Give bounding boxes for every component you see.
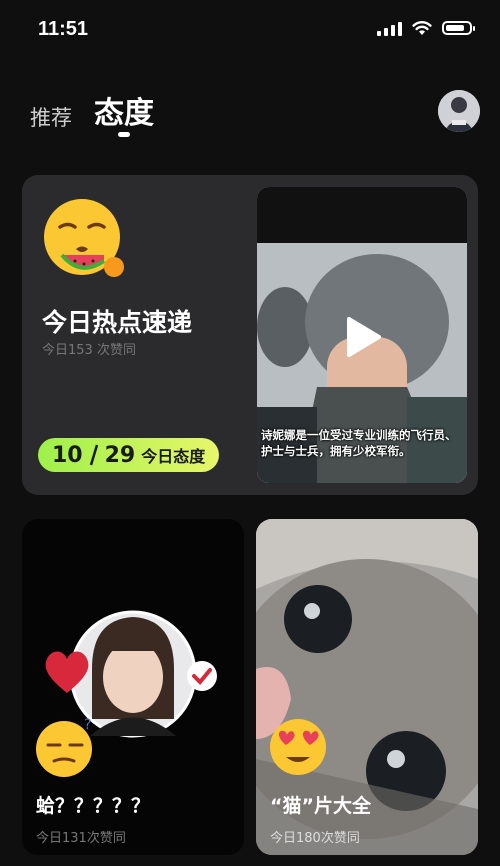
date-pill[interactable]: 10 29 今日态度: [38, 438, 220, 472]
play-icon[interactable]: [335, 311, 387, 363]
battery-icon: [442, 21, 475, 35]
heart-eyes-emoji-icon: [270, 719, 326, 775]
featured-subtitle: 今日153 次赞同: [42, 343, 136, 358]
cellular-signal-icon: [377, 20, 402, 36]
date-month: 10: [52, 442, 83, 468]
heart-icon: [45, 651, 89, 693]
featured-title: 今日热点速递: [42, 308, 193, 337]
card-ha-title: 蛤？？？？？: [36, 795, 151, 817]
wifi-icon: [412, 21, 432, 35]
tab-recommend[interactable]: 推荐: [30, 102, 72, 132]
status-time: 11:51: [38, 18, 89, 40]
card-cat-subtitle: 今日180次赞同: [270, 831, 360, 846]
tab-attitude[interactable]: 态度: [94, 88, 154, 137]
card-ha-subtitle: 今日131次赞同: [36, 831, 126, 846]
check-icon: [187, 661, 217, 691]
top-tabs: 推荐 态度: [30, 88, 154, 137]
svg-text:?: ?: [84, 717, 91, 733]
featured-card[interactable]: 今日热点速递 今日153 次赞同 10 29 今日态度 诗妮娜是一位受过专业训练…: [22, 175, 478, 495]
date-label: 今日态度: [141, 447, 206, 466]
date-day: 29: [104, 442, 136, 468]
status-bar: 11:51: [0, 0, 500, 60]
featured-video[interactable]: 诗妮娜是一位受过专业训练的飞行员、护士与士兵，拥有少校军衔。: [257, 187, 467, 483]
smirk-emoji-icon: ?: [36, 717, 92, 777]
date-slash-icon: [89, 444, 98, 466]
avatar-image: [438, 90, 480, 132]
card-cat-title: “猫”片大全: [270, 795, 371, 817]
status-icons: [377, 20, 475, 36]
watermelon-emoji-icon: [44, 199, 124, 277]
card-cat[interactable]: “猫”片大全 今日180次赞同: [256, 519, 478, 855]
user-avatar[interactable]: [438, 90, 480, 132]
video-caption: 诗妮娜是一位受过专业训练的飞行员、护士与士兵，拥有少校军衔。: [261, 428, 457, 458]
card-ha[interactable]: ? 蛤？？？？？ 今日131次赞同: [22, 519, 244, 855]
